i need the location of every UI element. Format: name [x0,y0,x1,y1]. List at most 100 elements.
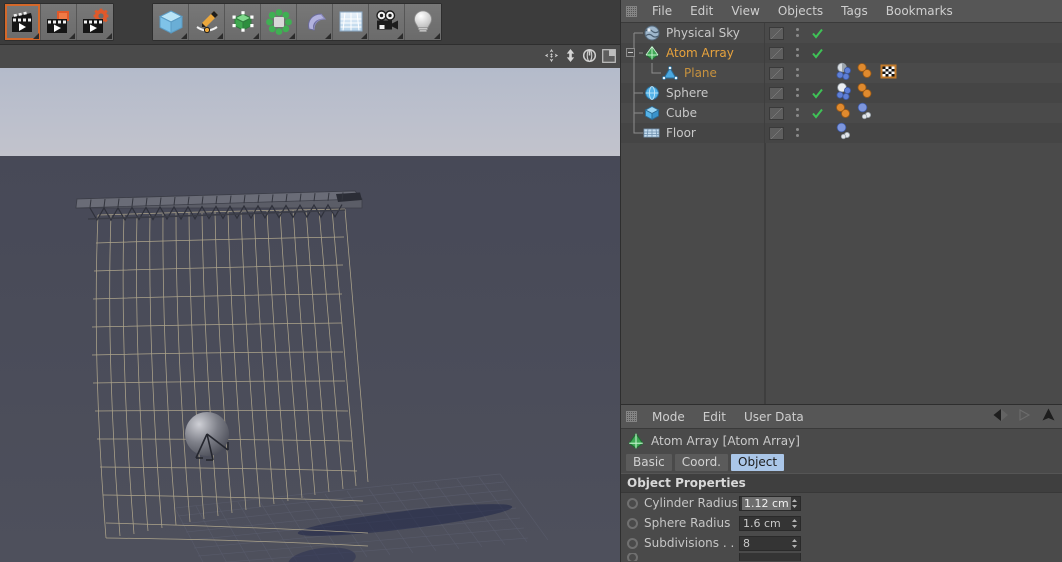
cylinder-radius-input[interactable]: 1.12 cm [739,495,801,511]
tagrow-physical-sky[interactable] [765,23,1062,43]
plane-primitive-icon [661,65,678,82]
tagrow-sphere[interactable] [765,82,1062,104]
render-settings-icon[interactable] [77,4,113,40]
enable-check-icon[interactable] [811,23,825,43]
object-tag-columns[interactable] [765,23,1062,405]
property-cylinder-radius[interactable]: Cylinder Radius 1.12 cm [621,493,1062,513]
property-toggle-icon[interactable] [627,553,638,561]
material-tag[interactable] [835,102,854,124]
tab-basic[interactable]: Basic [626,454,672,471]
object-row-plane[interactable]: Plane [621,63,764,83]
visibility-swatch[interactable] [769,66,784,80]
property-toggle-icon[interactable] [627,537,638,549]
property-next-partial[interactable] [621,553,1062,561]
viewport-3d[interactable] [0,68,620,562]
cylinder-radius-value: 1.12 cm [742,496,791,510]
sphere-radius-input[interactable]: 1.6 cm [739,515,801,531]
property-toggle-icon[interactable] [627,517,638,529]
visibility-swatch[interactable] [769,86,784,100]
cloth-belt-tag[interactable] [854,62,876,84]
back-arrow-icon[interactable] [992,407,1009,426]
object-row-physical-sky[interactable]: Physical Sky [621,23,764,43]
visibility-dots[interactable] [784,123,811,143]
enable-check-icon[interactable] [811,83,825,103]
physical-sky-icon [643,25,660,42]
texture-checker-tag[interactable] [879,62,898,84]
panel-grip-icon[interactable] [626,5,637,17]
environment-floor-icon[interactable] [333,4,369,40]
viewport-layout-icon[interactable] [602,48,616,66]
property-subdivisions[interactable]: Subdivisions . . 8 [621,533,1062,553]
camera-icon[interactable] [369,4,405,40]
menu-view[interactable]: View [722,0,768,22]
visibility-swatch[interactable] [769,106,784,120]
visibility-dots[interactable] [784,103,811,123]
menu-edit[interactable]: Edit [694,406,735,428]
button-corner-marker [434,33,440,39]
toolbar-group-objects [152,3,442,41]
enable-check-icon[interactable] [811,103,825,123]
tag-icons-sphere [835,82,876,104]
next-property-input[interactable] [739,553,801,561]
expander-toggle-atom-array[interactable] [626,48,635,57]
tab-object[interactable]: Object [731,454,785,471]
panel-grip-icon[interactable] [626,411,637,422]
spinner-icon[interactable] [791,538,798,549]
tag-icons-floor [835,122,854,144]
tagrow-atom-array[interactable] [765,43,1062,63]
object-row-cube[interactable]: Cube [621,103,764,123]
tagrow-floor[interactable] [765,122,1062,144]
visibility-swatch[interactable] [769,26,784,40]
light-bulb-icon[interactable] [405,4,441,40]
sphere-primitive-icon [643,85,660,102]
property-sphere-radius[interactable]: Sphere Radius 1.6 cm [621,513,1062,533]
collider-blue-tag[interactable] [835,122,854,144]
render-region-icon[interactable] [41,4,77,40]
tagrow-cube[interactable] [765,102,1062,124]
menu-objects[interactable]: Objects [769,0,832,22]
spinner-icon[interactable] [791,518,798,529]
generator-icon[interactable] [225,4,261,40]
viewport-scene [75,190,549,562]
render-view-icon[interactable] [5,4,41,40]
button-corner-marker [33,33,39,39]
cloth-belt-tag[interactable] [854,82,876,104]
collider-tag[interactable] [835,82,854,104]
visibility-swatch[interactable] [769,46,784,60]
enable-check-icon [811,63,825,83]
visibility-dots[interactable] [784,23,811,43]
subdivisions-input[interactable]: 8 [739,535,801,551]
object-row-floor[interactable]: Floor [621,123,764,143]
tagrow-plane[interactable] [765,62,1062,84]
zoom-camera-icon[interactable] [564,48,577,66]
mograph-icon[interactable] [261,4,297,40]
enable-check-icon[interactable] [811,43,825,63]
rotate-camera-icon[interactable] [582,48,597,66]
subdivisions-value: 8 [743,536,750,550]
menu-file[interactable]: File [643,0,681,22]
tab-coord[interactable]: Coord. [674,454,728,471]
cloth-tag[interactable] [835,62,854,84]
deformer-icon[interactable] [297,4,333,40]
visibility-dots[interactable] [784,43,811,63]
viewport-header [0,44,620,68]
spline-pen-icon[interactable] [189,4,225,40]
menu-edit[interactable]: Edit [681,0,722,22]
up-arrow-icon[interactable] [1041,407,1056,426]
property-toggle-icon[interactable] [627,497,638,509]
move-camera-icon[interactable] [544,48,559,66]
menu-mode[interactable]: Mode [643,406,694,428]
collider-blue-tag[interactable] [855,102,874,124]
menu-tags[interactable]: Tags [832,0,877,22]
visibility-swatch[interactable] [769,126,784,140]
object-row-atom-array[interactable]: Atom Array [621,43,764,63]
visibility-dots[interactable] [784,63,811,83]
menu-bookmarks[interactable]: Bookmarks [877,0,962,22]
object-row-sphere[interactable]: Sphere [621,83,764,103]
visibility-dots[interactable] [784,83,811,103]
spinner-icon[interactable] [791,498,798,509]
object-tree[interactable]: Physical Sky Atom Array Plane Sphere Cub… [621,23,765,405]
attribute-object-title: Atom Array [Atom Array] [651,433,800,448]
menu-user-data[interactable]: User Data [735,406,813,428]
cube-primitive-icon[interactable] [153,4,189,40]
